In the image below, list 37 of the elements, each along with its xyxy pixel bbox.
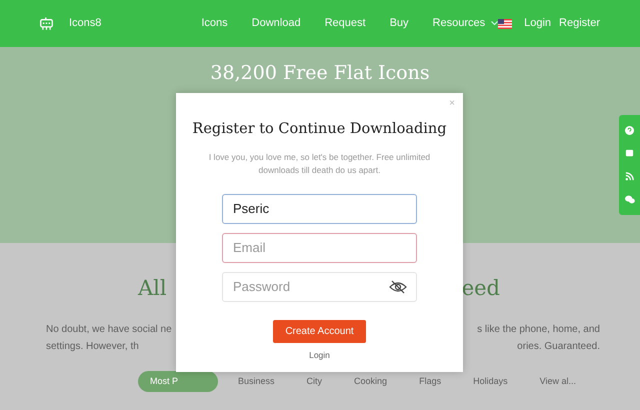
category-tab[interactable]: City xyxy=(294,370,334,392)
login-link[interactable]: Login xyxy=(309,348,330,362)
category-tab[interactable]: Business xyxy=(226,370,287,392)
resources-dropdown[interactable]: Resources xyxy=(432,15,498,32)
paragraph-text: settings. However, th xyxy=(46,340,140,354)
create-account-button[interactable]: Create Account xyxy=(273,320,366,343)
wechat-icon[interactable] xyxy=(624,195,634,204)
name-field[interactable]: Pseric xyxy=(222,194,417,224)
paragraph-text: ories. Guaranteed. xyxy=(516,340,600,354)
section-heading: eed xyxy=(462,275,500,302)
category-tab[interactable]: Flags xyxy=(407,370,454,392)
hero-title: 38,200 Free Flat Icons xyxy=(209,61,431,86)
email-field[interactable]: Email xyxy=(222,232,417,263)
dialog-subtitle: I love you, you love me, so let's be together. Free unlimited downloads till death do us apart. xyxy=(208,150,432,178)
nav-link[interactable]: Buy xyxy=(390,15,409,32)
brand-link[interactable]: Icons8 xyxy=(68,15,102,32)
account-link[interactable]: Login xyxy=(524,15,552,32)
category-tab[interactable]: Most P xyxy=(138,370,218,392)
chat-icon[interactable] xyxy=(625,149,634,158)
category-tab[interactable]: Holidays xyxy=(461,370,520,392)
help-icon[interactable] xyxy=(625,126,634,135)
password-field[interactable]: Password xyxy=(222,272,417,302)
category-tab[interactable]: View al... xyxy=(528,370,588,392)
nav-link[interactable]: Request xyxy=(324,15,366,32)
dialog-title: Register to Continue Downloading xyxy=(191,120,448,139)
hide-password-icon[interactable] xyxy=(389,280,407,294)
category-tab[interactable]: Cooking xyxy=(342,370,400,392)
nav-link[interactable]: Download xyxy=(252,15,301,32)
paragraph-text: No doubt, we have social ne xyxy=(46,322,172,336)
flag-icon[interactable] xyxy=(498,18,512,28)
close-button[interactable]: × xyxy=(449,99,455,109)
rss-icon[interactable] xyxy=(625,172,634,181)
section-heading: All xyxy=(138,275,167,302)
paragraph-text: s like the phone, home, and xyxy=(477,322,600,336)
account-link[interactable]: Register xyxy=(559,15,600,32)
logo-icon[interactable] xyxy=(40,14,53,32)
nav-link[interactable]: Icons xyxy=(201,15,228,32)
